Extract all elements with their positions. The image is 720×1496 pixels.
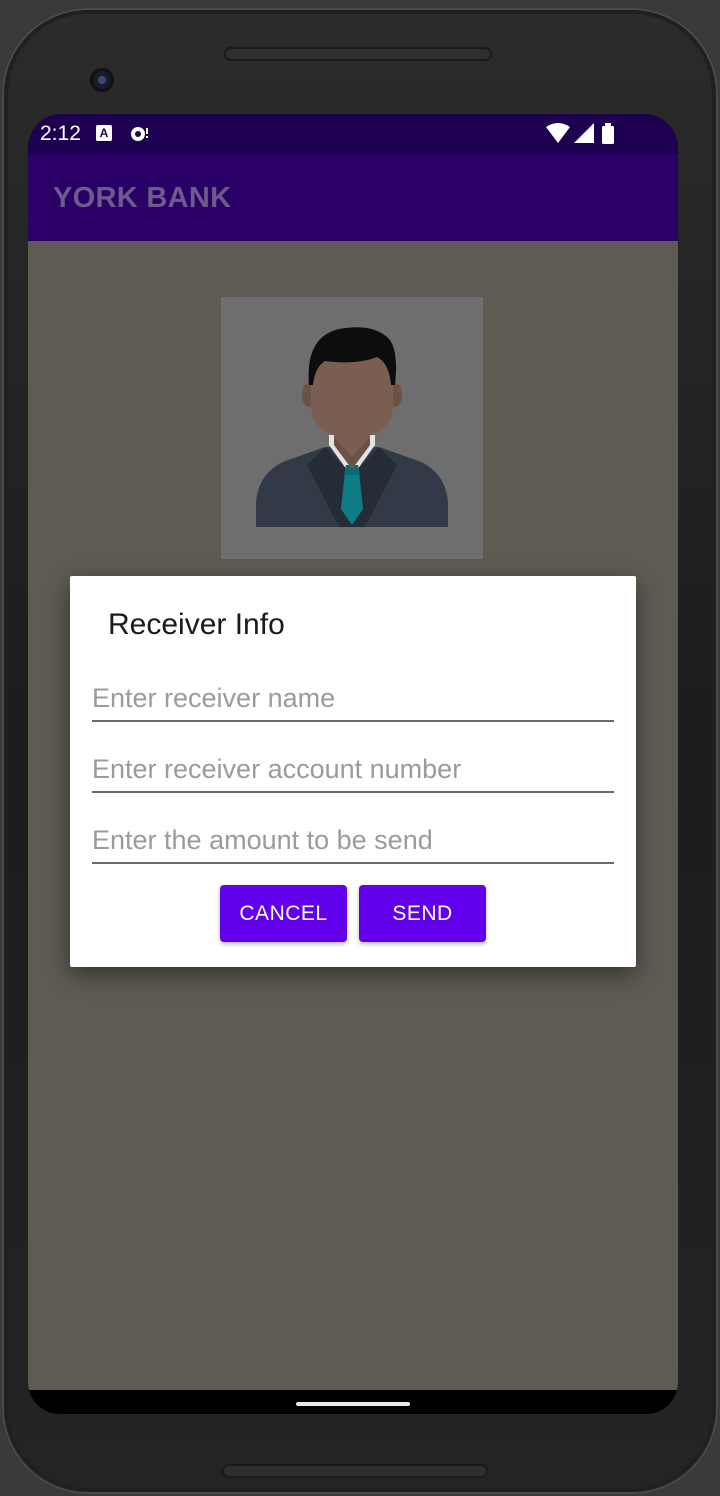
amount-input[interactable]	[92, 818, 614, 864]
a-box-icon: A	[96, 125, 112, 141]
app-bar: YORK BANK	[28, 154, 678, 241]
status-time: 2:12	[40, 122, 81, 145]
front-camera	[90, 68, 114, 92]
bottom-speaker-grille	[222, 1464, 488, 1478]
status-bar: 2:12 A	[28, 114, 678, 154]
system-status-icons	[546, 123, 614, 144]
wifi-icon	[546, 123, 570, 143]
battery-icon	[602, 123, 614, 144]
navigation-bar	[28, 1390, 678, 1414]
receiver-account-number-input[interactable]	[92, 747, 614, 793]
sync-icon	[131, 127, 148, 141]
person-in-suit-icon	[221, 297, 483, 559]
receiver-name-input[interactable]	[92, 676, 614, 722]
top-speaker-grille	[224, 47, 492, 61]
dialog-title: Receiver Info	[108, 608, 285, 641]
cancel-button[interactable]: CANCEL	[220, 885, 347, 942]
home-gesture-handle[interactable]	[296, 1402, 410, 1406]
app-title: YORK BANK	[53, 182, 232, 214]
cellular-signal-icon	[574, 123, 594, 143]
send-button[interactable]: SEND	[359, 885, 486, 942]
receiver-info-dialog: Receiver Info CANCEL SEND	[70, 576, 636, 967]
